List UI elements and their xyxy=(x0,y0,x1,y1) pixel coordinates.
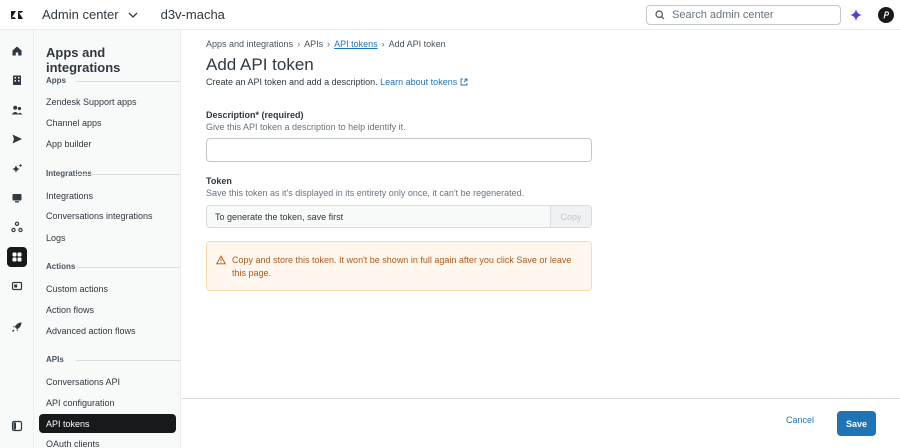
collapse-sidebar-icon[interactable] xyxy=(7,416,27,436)
sidebar-item-conversations-integrations[interactable]: Conversations integrations xyxy=(39,206,176,225)
token-hint: Save this token as it's displayed in its… xyxy=(206,188,525,198)
token-label: Token xyxy=(206,176,232,186)
search-input[interactable] xyxy=(672,9,832,21)
sidebar-item-app-builder[interactable]: App builder xyxy=(39,134,176,153)
breadcrumb-apps-integrations[interactable]: Apps and integrations xyxy=(206,39,293,49)
sidebar-item-advanced-action-flows[interactable]: Advanced action flows xyxy=(39,321,176,340)
cancel-button[interactable]: Cancel xyxy=(786,415,814,425)
product-switcher[interactable]: Admin center xyxy=(42,7,139,22)
breadcrumb-current: Add API token xyxy=(388,39,446,49)
description-field[interactable] xyxy=(206,138,592,162)
sidebar-title: Apps and integrations xyxy=(46,45,121,75)
avatar[interactable] xyxy=(878,7,894,23)
search-box[interactable] xyxy=(646,5,841,25)
token-field: To generate the token, save first Copy xyxy=(206,205,592,228)
sidebar-item-channel-apps[interactable]: Channel apps xyxy=(39,113,176,132)
sidebar-item-integrations[interactable]: Integrations xyxy=(39,186,176,205)
description-hint: Give this API token a description to hel… xyxy=(206,122,406,132)
sidebar-section-apis: APIs xyxy=(46,355,180,364)
sidebar-section-actions: Actions xyxy=(46,262,180,271)
breadcrumb: Apps and integrations › APIs › API token… xyxy=(206,39,446,49)
page-subtitle-text: Create an API token and add a descriptio… xyxy=(206,77,378,87)
objects-rules-icon[interactable] xyxy=(7,276,27,296)
sidebar-item-zendesk-support-apps[interactable]: Zendesk Support apps xyxy=(39,92,176,111)
sidebar-section-integrations: Integrations xyxy=(46,169,180,178)
main-content: Apps and integrations › APIs › API token… xyxy=(182,30,900,398)
token-value: To generate the token, save first xyxy=(215,211,344,222)
copy-button[interactable]: Copy xyxy=(550,206,591,227)
warning-icon xyxy=(216,255,226,265)
ai-sparkle-icon[interactable] xyxy=(849,7,863,23)
page-subtitle: Create an API token and add a descriptio… xyxy=(206,77,468,87)
chevron-down-icon xyxy=(128,12,138,18)
rocket-icon[interactable] xyxy=(7,317,27,337)
ai-sparkles-icon[interactable] xyxy=(7,159,27,179)
sidebar-item-logs[interactable]: Logs xyxy=(39,228,176,247)
search-icon xyxy=(655,10,665,20)
zendesk-logo-icon[interactable] xyxy=(0,0,34,30)
learn-about-tokens-link[interactable]: Learn about tokens xyxy=(380,77,468,87)
sidebar-section-apps: Apps xyxy=(46,76,180,85)
chevron-right-icon: › xyxy=(297,39,301,49)
external-link-icon xyxy=(460,78,468,86)
sidebar-item-oauth-clients[interactable]: OAuth clients xyxy=(39,434,176,448)
top-bar: Admin center d3v-macha xyxy=(0,0,900,30)
description-label: Description* (required) xyxy=(206,110,304,120)
apps-integrations-icon[interactable] xyxy=(7,247,27,267)
sidebar-item-conversations-api[interactable]: Conversations API xyxy=(39,372,176,391)
account-name: d3v-macha xyxy=(160,7,225,22)
page-title: Add API token xyxy=(206,55,314,74)
learn-link-label: Learn about tokens xyxy=(380,77,458,87)
sidebar-item-api-tokens[interactable]: API tokens xyxy=(39,414,176,433)
user-avatar-icon xyxy=(883,11,890,19)
sidebar-item-custom-actions[interactable]: Custom actions xyxy=(39,279,176,298)
send-icon[interactable] xyxy=(7,129,27,149)
footer-bar: Cancel Save xyxy=(182,398,900,448)
sidebar: Apps and integrations Apps Zendesk Suppo… xyxy=(34,30,181,448)
warning-alert: Copy and store this token. It won't be s… xyxy=(206,241,592,291)
product-nav-rail xyxy=(0,30,34,448)
building-icon[interactable] xyxy=(7,70,27,90)
breadcrumb-apis[interactable]: APIs xyxy=(304,39,323,49)
sidebar-item-api-configuration[interactable]: API configuration xyxy=(39,393,176,412)
save-button[interactable]: Save xyxy=(837,411,876,436)
product-name: Admin center xyxy=(42,7,119,22)
chevron-right-icon: › xyxy=(381,39,385,49)
breadcrumb-api-tokens[interactable]: API tokens xyxy=(334,39,378,49)
channels-icon[interactable] xyxy=(7,188,27,208)
warning-text: Copy and store this token. It won't be s… xyxy=(232,255,572,279)
chevron-right-icon: › xyxy=(327,39,331,49)
people-icon[interactable] xyxy=(7,100,27,120)
home-icon[interactable] xyxy=(7,41,27,61)
sidebar-item-action-flows[interactable]: Action flows xyxy=(39,300,176,319)
workspaces-icon[interactable] xyxy=(7,217,27,237)
